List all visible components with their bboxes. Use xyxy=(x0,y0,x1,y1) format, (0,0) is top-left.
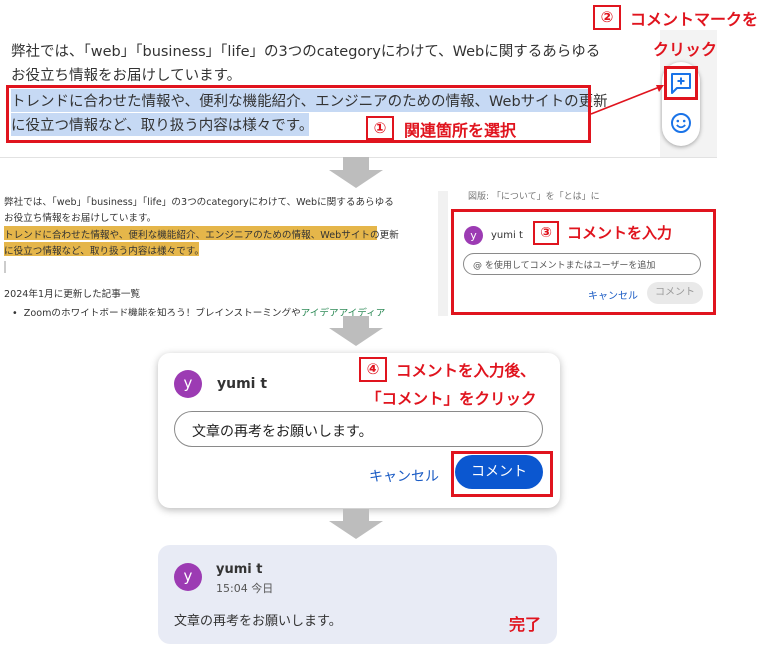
comment-input-value: 文章の再考をお願いします。 xyxy=(192,424,373,440)
step-number-label: ② xyxy=(600,8,614,26)
doc-text-line: 弊社では、「web」「business」「life」の3つのcategoryにわ… xyxy=(11,44,601,60)
flow-arrow-head xyxy=(329,170,383,188)
article-link[interactable]: アイデアアイディア xyxy=(301,308,386,316)
doc-panel-step3: 弊社では、「web」「business」「life」の3つのcategoryにわ… xyxy=(0,191,438,316)
posted-comment-card: y yumi t 15:04 今日 文章の再考をお願いします。 xyxy=(158,545,557,644)
avatar: y xyxy=(174,370,202,398)
highlighted-text-line: トレンドに合わせた情報や、便利な機能紹介、エンジニアのための情報、Webサイトの… xyxy=(4,230,399,241)
comment-body: 文章の再考をお願いします。 xyxy=(174,614,342,629)
article-list-item: • Zoomのホワイトボード機能を知ろう！ブレインストーミングやアイデアアイディ… xyxy=(12,305,385,316)
step1-label: 関連箇所を選択 xyxy=(404,121,517,140)
doc-text-line: お役立ち情報をお届けしています。 xyxy=(4,213,157,224)
submit-button-highlight xyxy=(451,451,553,497)
comment-timestamp: 15:04 今日 xyxy=(216,582,274,595)
doc-text-line: 弊社では、「web」「business」「life」の3つのcategoryにわ… xyxy=(4,197,394,208)
user-name: yumi t xyxy=(217,376,268,392)
done-label: 完了 xyxy=(509,615,542,634)
step4-label-line1: コメントを入力後、 xyxy=(396,362,536,380)
emoji-icon xyxy=(671,113,691,133)
add-emoji-button[interactable] xyxy=(669,111,693,135)
flow-arrow xyxy=(343,157,369,170)
step2-number: ② xyxy=(593,5,621,30)
step-number-label: ④ xyxy=(366,360,380,378)
step3-number: ③ xyxy=(533,221,559,245)
step1-number: ① xyxy=(366,116,394,140)
comment-input[interactable]: 文章の再考をお願いします。 xyxy=(174,411,543,447)
cancel-button[interactable]: キャンセル xyxy=(369,466,439,486)
step4-number: ④ xyxy=(359,357,387,382)
user-name: yumi t xyxy=(216,562,263,577)
flow-arrow-head xyxy=(329,521,383,539)
section-heading: 2024年1月に更新した記事一覧 xyxy=(4,289,141,300)
avatar: y xyxy=(174,563,202,591)
step-number-label: ① xyxy=(373,119,387,137)
doc-text-line: お役立ち情報をお届けしています。 xyxy=(11,68,242,84)
step3-label: コメントを入力 xyxy=(567,224,673,242)
pointer-arrow xyxy=(590,85,664,115)
previous-comment-text: 図版: 「について」を「とは」に xyxy=(468,192,600,202)
step-number-label: ③ xyxy=(540,225,552,241)
step2-label-line1: コメントマークを xyxy=(630,10,759,29)
step2-label-line2: クリック xyxy=(653,40,718,59)
bullet: • xyxy=(12,308,24,316)
flow-arrow-head xyxy=(329,328,383,346)
panel-divider xyxy=(438,191,448,316)
highlighted-text-line: に役立つ情報など、取り扱う内容は様々です。 xyxy=(4,246,205,257)
cursor-mark xyxy=(4,261,6,273)
step4-label-line2: 「コメント」をクリック xyxy=(366,390,537,408)
